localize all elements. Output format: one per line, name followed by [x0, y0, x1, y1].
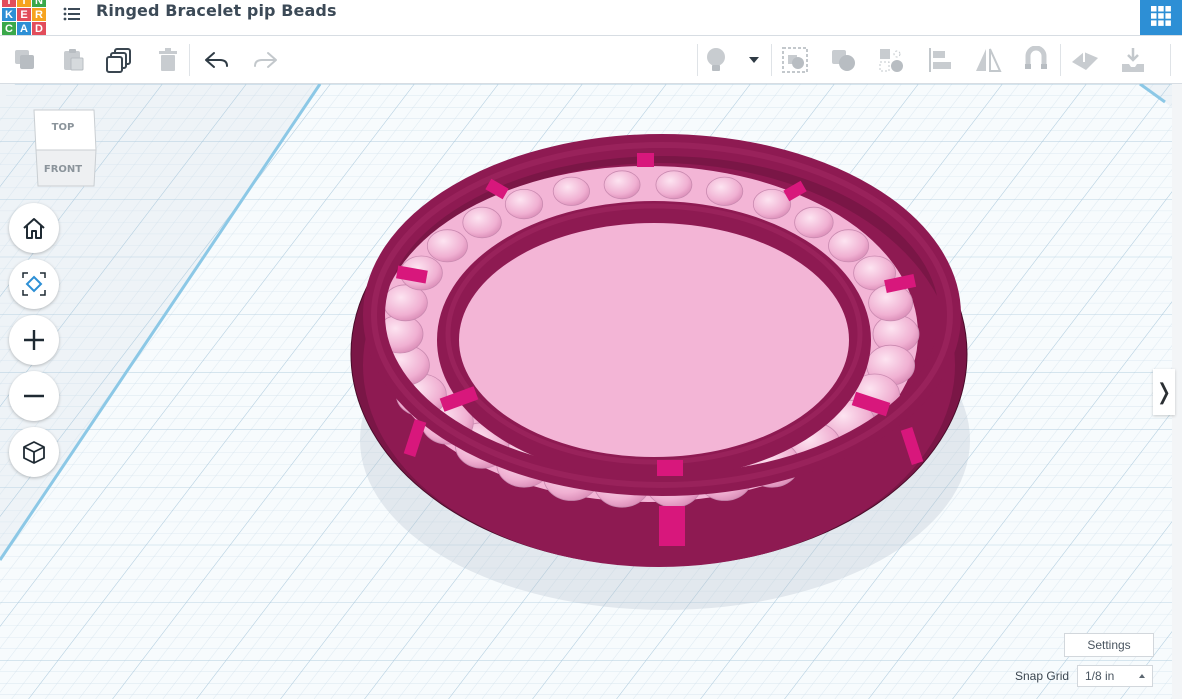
align-button[interactable]: [924, 44, 956, 76]
logo-letter: K: [2, 8, 16, 21]
align-icon: [929, 48, 951, 72]
fit-all-button[interactable]: [9, 259, 59, 309]
snap-grid-select[interactable]: 1/8 in: [1077, 665, 1153, 687]
cruise-button[interactable]: [1020, 44, 1052, 76]
viewcube-top-label: TOP: [52, 122, 75, 133]
logo-letter: T: [2, 0, 16, 7]
undo-button[interactable]: [201, 44, 233, 76]
logo-letter: C: [2, 22, 16, 35]
toolbar-divider: [1170, 44, 1171, 76]
caret-down-icon: [749, 57, 759, 63]
logo-letter: A: [17, 22, 31, 35]
toolbar-divider: [771, 44, 772, 76]
mirror-icon: [976, 48, 1002, 72]
redo-icon: [254, 52, 277, 68]
perspective-button[interactable]: [9, 427, 59, 477]
copy-button[interactable]: [9, 44, 41, 76]
toolbar-divider: [697, 44, 698, 76]
plus-icon: [24, 330, 44, 350]
ungroup-icon: [832, 50, 855, 71]
paste-icon: [64, 49, 84, 71]
panel-toggle-button[interactable]: ❭: [1153, 369, 1175, 415]
logo-letter: R: [32, 8, 46, 21]
grid-view-icon: [1151, 5, 1171, 26]
bead: [655, 170, 693, 200]
bead: [603, 170, 641, 200]
delete-icon: [159, 48, 177, 71]
bead: [828, 229, 870, 263]
edit-toolbar: [0, 36, 1182, 84]
settings-button[interactable]: Settings: [1064, 633, 1154, 657]
undo-icon: [205, 52, 228, 68]
magnet-icon: [1025, 46, 1047, 69]
document-title[interactable]: Ringed Bracelet pip Beads: [96, 1, 337, 20]
redo-button[interactable]: [249, 44, 281, 76]
visibility-dropdown[interactable]: [740, 44, 768, 76]
zoom-out-button[interactable]: [9, 371, 59, 421]
view-cube[interactable]: TOP FRONT: [26, 106, 100, 190]
fit-view-icon: [22, 272, 46, 296]
toolbar-divider: [189, 44, 190, 76]
workplane-icon: [1072, 52, 1098, 70]
group-button[interactable]: [779, 44, 811, 76]
bead: [552, 176, 591, 206]
hole-button[interactable]: [875, 44, 907, 76]
duplicate-button[interactable]: [103, 44, 135, 76]
workplane-canvas[interactable]: [0, 84, 1182, 699]
bead: [794, 206, 834, 239]
paste-button[interactable]: [57, 44, 89, 76]
home-view-button[interactable]: [9, 203, 59, 253]
snap-grid-label: Snap Grid: [1015, 669, 1070, 683]
toolbar-divider: [1060, 44, 1061, 76]
top-bar: TIN KER CAD Ringed Bracelet pip Beads: [0, 0, 1182, 36]
show-all-button[interactable]: [700, 44, 732, 76]
caret-up-icon: [1139, 674, 1145, 678]
snap-grid-value: 1/8 in: [1085, 669, 1115, 683]
chevron-right-icon: ❭: [1154, 379, 1174, 405]
duplicate-icon: [106, 48, 131, 73]
zoom-in-button[interactable]: [9, 315, 59, 365]
home-icon: [23, 218, 45, 239]
list-menu-icon[interactable]: [62, 5, 82, 23]
export-icon: [1122, 48, 1144, 72]
tinkercad-logo[interactable]: TIN KER CAD: [2, 0, 46, 35]
viewcube-front-label: FRONT: [44, 164, 82, 175]
cube-icon: [23, 441, 45, 464]
minus-icon: [24, 394, 44, 398]
logo-letter: D: [32, 22, 46, 35]
bead: [705, 176, 744, 206]
grid-view-button[interactable]: [1140, 0, 1182, 35]
bead: [426, 229, 468, 263]
bead: [504, 189, 544, 220]
bracelet-model[interactable]: [350, 134, 968, 567]
group-icon: [782, 47, 808, 73]
logo-letter: N: [32, 0, 46, 7]
workplane-button[interactable]: [1069, 44, 1101, 76]
hole-icon: [879, 49, 903, 72]
logo-letter: I: [17, 0, 31, 7]
bead: [462, 206, 502, 239]
mirror-button[interactable]: [972, 44, 1004, 76]
lightbulb-icon: [707, 48, 725, 71]
ungroup-button[interactable]: [827, 44, 859, 76]
logo-letter: E: [17, 8, 31, 21]
export-button[interactable]: [1117, 44, 1149, 76]
copy-icon: [15, 50, 34, 69]
delete-button[interactable]: [152, 44, 184, 76]
